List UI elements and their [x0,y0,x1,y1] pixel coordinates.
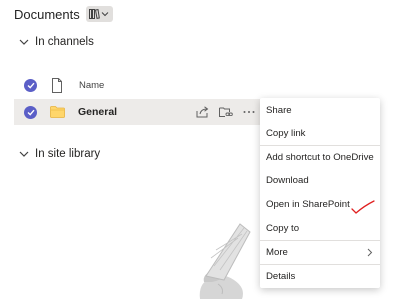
row-checkbox[interactable] [24,105,37,119]
folder-icon [50,106,65,118]
menu-item-download[interactable]: Download [260,169,380,191]
section-label: In site library [35,148,101,160]
share-icon [196,106,208,118]
more-options-icon [243,111,255,113]
section-in-channels[interactable]: In channels [18,34,94,50]
more-options-button[interactable] [241,104,257,120]
empty-state-illustration [199,223,251,299]
library-view-icon [89,9,101,19]
menu-item-add-shortcut[interactable]: Add shortcut to OneDrive [260,146,380,168]
checkmark-icon [27,109,35,116]
library-view-switcher[interactable] [85,6,113,22]
table-row[interactable]: General [14,99,260,125]
select-all-checkbox[interactable] [24,78,37,92]
annotation-checkmark [351,200,375,214]
menu-item-more[interactable]: More [260,241,380,263]
list-column-header: Name [14,74,274,96]
checkmark-icon [27,82,35,89]
copy-link-button[interactable] [218,104,234,120]
folder-name[interactable]: General [78,106,117,118]
menu-item-more-label: More [266,246,288,258]
chevron-down-icon [101,12,109,17]
menu-item-share[interactable]: Share [260,99,380,121]
share-button[interactable] [194,104,210,120]
chevron-down-icon [19,151,29,157]
context-menu: Share Copy link Add shortcut to OneDrive… [260,98,380,288]
chevron-down-icon [19,39,29,45]
name-column-header[interactable]: Name [79,80,104,91]
documents-header: Documents [14,5,113,23]
section-in-site-library[interactable]: In site library [18,146,100,162]
menu-item-details[interactable]: Details [260,265,380,287]
page-title: Documents [14,6,80,22]
section-label: In channels [35,36,94,48]
menu-item-copy-to[interactable]: Copy to [260,217,380,239]
copy-link-icon [219,107,233,117]
file-type-icon [52,77,62,93]
chevron-right-icon [367,248,373,257]
menu-item-copy-link[interactable]: Copy link [260,122,380,144]
